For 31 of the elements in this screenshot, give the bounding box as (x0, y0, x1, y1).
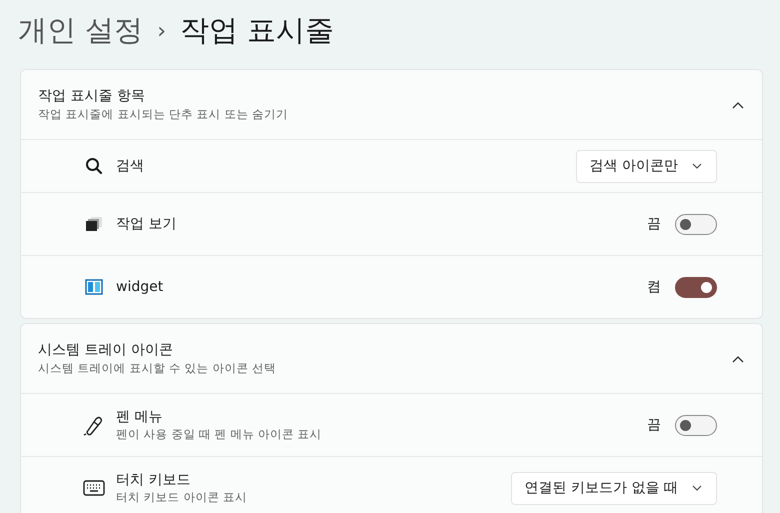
chevron-down-icon (692, 485, 702, 491)
setting-label: 터치 키보드 (116, 471, 192, 489)
toggle-state-text: 끔 (647, 416, 661, 434)
collapse-chevron-icon[interactable] (732, 354, 744, 362)
toggle-switch[interactable] (675, 414, 717, 436)
toggle-state-text: 켬 (647, 278, 661, 296)
setting-label: widget (116, 279, 164, 295)
dropdown[interactable]: 연결된 키보드가 없을 때 (510, 472, 717, 504)
pen-icon (83, 414, 105, 436)
toggle-switch[interactable] (675, 214, 717, 234)
setting-description: 터치 키보드 아이콘 표시 (116, 490, 248, 505)
dropdown[interactable]: 검색 아이콘만 (576, 150, 717, 182)
section-subtitle: 작업 표시줄에 표시되는 단추 표시 또는 숨기기 (38, 107, 289, 122)
chevron-down-icon (692, 163, 702, 169)
collapse-chevron-icon[interactable] (732, 100, 744, 108)
toggle-state-text: 끔 (647, 215, 661, 233)
search-icon (85, 157, 103, 175)
setting-label: 검색 (116, 157, 145, 175)
setting-label: 작업 보기 (116, 215, 178, 233)
section-title: 시스템 트레이 아이콘 (38, 341, 174, 359)
section-subtitle: 시스템 트레이에 표시할 수 있는 아이콘 선택 (38, 361, 277, 376)
stacked-windows-icon (85, 216, 103, 232)
section-title: 작업 표시줄 항목 (38, 87, 146, 105)
setting-label: 펜 메뉴 (116, 408, 164, 426)
keyboard-icon (83, 480, 105, 496)
breadcrumb-separator: › (157, 18, 166, 44)
widget-panel-icon (85, 279, 103, 295)
setting-description: 펜이 사용 중일 때 펜 메뉴 아이콘 표시 (116, 427, 323, 442)
page-title: 작업 표시줄 (180, 12, 334, 49)
toggle-switch[interactable] (675, 276, 717, 298)
breadcrumb-parent[interactable]: 개인 설정 (18, 11, 144, 51)
